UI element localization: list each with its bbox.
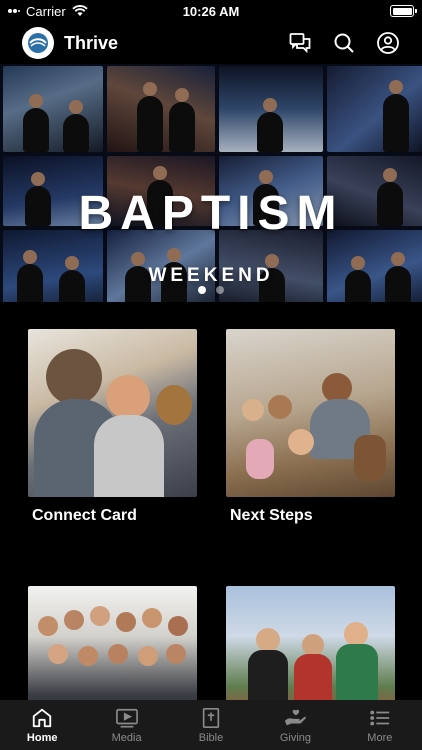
connect-card-image	[28, 329, 197, 497]
tab-more[interactable]: More	[338, 700, 422, 750]
app-header: Thrive	[0, 22, 422, 64]
profile-icon[interactable]	[376, 31, 400, 55]
chat-icon[interactable]	[288, 31, 312, 55]
media-icon	[115, 708, 138, 728]
thrive-logo-icon	[28, 33, 48, 53]
next-steps-tile[interactable]: Next Steps	[226, 329, 395, 525]
bottom-tab-bar: Home Media Bible Giving More	[0, 700, 422, 750]
tab-bible[interactable]: Bible	[169, 700, 253, 750]
more-icon	[370, 710, 389, 725]
banner-title: BAPTISM	[78, 187, 344, 240]
status-bar: Carrier 10:26 AM	[0, 0, 422, 22]
next-steps-image	[226, 329, 395, 497]
battery-icon	[390, 5, 417, 17]
baptism-banner[interactable]: BAPTISM WEEKEND	[0, 64, 422, 302]
tab-label: Home	[26, 731, 58, 744]
carousel-dots	[0, 286, 422, 294]
tab-home[interactable]: Home	[0, 700, 84, 750]
tab-label: Media	[111, 731, 142, 744]
header-actions	[288, 31, 400, 55]
tab-label: More	[367, 731, 393, 744]
signal-icon	[8, 9, 20, 13]
tab-label: Giving	[279, 731, 312, 744]
search-icon[interactable]	[332, 31, 356, 55]
banner-subtitle: WEEKEND	[148, 265, 274, 286]
carousel-dot-active[interactable]	[198, 286, 206, 294]
connect-card-tile[interactable]: Connect Card	[28, 329, 197, 525]
bible-icon	[202, 707, 220, 728]
card-label: Next Steps	[230, 507, 313, 524]
tab-label: Bible	[198, 731, 224, 744]
tab-giving[interactable]: Giving	[253, 700, 337, 750]
carrier-label: Carrier	[26, 3, 66, 19]
app-title: Thrive	[64, 32, 119, 53]
card-label: Connect Card	[32, 507, 137, 524]
carousel-dot[interactable]	[216, 286, 224, 294]
church-logo[interactable]	[22, 27, 54, 59]
tab-media[interactable]: Media	[84, 700, 168, 750]
wifi-icon	[72, 5, 88, 16]
home-icon	[33, 708, 52, 727]
giving-icon	[285, 709, 307, 725]
status-left: Carrier	[8, 4, 88, 19]
